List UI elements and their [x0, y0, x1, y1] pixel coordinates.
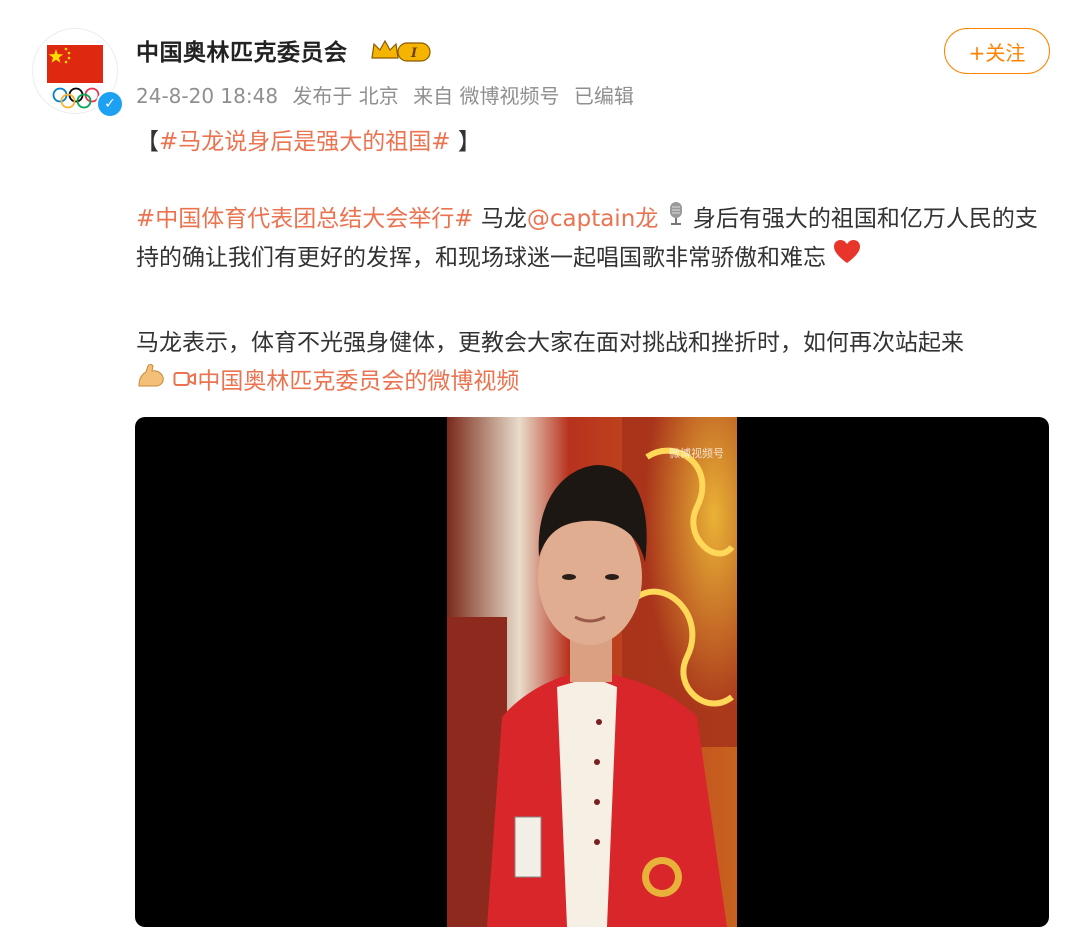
- flexed-biceps-icon: [136, 362, 166, 402]
- title-bracket-open: 【: [136, 129, 159, 155]
- video-link[interactable]: 中国奥林匹克委员会的微博视频: [197, 369, 519, 395]
- post-datetime[interactable]: 24-8-20 18:48: [136, 84, 278, 108]
- video-camera-icon[interactable]: [173, 363, 197, 401]
- post-meta: 24-8-20 18:48 发布于 北京 来自 微博视频号 已编辑: [136, 80, 642, 109]
- title-hashtag-link[interactable]: #马龙说身后是强大的祖国#: [159, 129, 451, 155]
- post-paragraph-2: 马龙表示，体育不光强身健体，更教会大家在面对挑战和挫折时，如何再次站起来 中国奥…: [136, 324, 1050, 402]
- video-player[interactable]: 微博视频号: [135, 417, 1049, 927]
- mention-link[interactable]: @captain龙: [527, 206, 658, 232]
- level-badge-text: I: [410, 46, 418, 61]
- microphone-icon: [666, 201, 686, 239]
- follow-button[interactable]: +关注: [944, 28, 1050, 74]
- crown-badge-icon[interactable]: I: [370, 38, 434, 68]
- olympic-rings-icon: [52, 87, 100, 113]
- event-hashtag-link[interactable]: #中国体育代表团总结大会举行#: [136, 206, 474, 232]
- p2-text: 马龙表示，体育不光强身健体，更教会大家在面对挑战和挫折时，如何再次站起来: [136, 330, 964, 356]
- heart-icon: [833, 239, 861, 277]
- post-paragraph-1: #中国体育代表团总结大会举行# 马龙@captain龙 身后有强大的祖国和亿万人…: [136, 200, 1050, 277]
- post-source[interactable]: 来自 微博视频号: [413, 84, 559, 108]
- post-title: 【#马龙说身后是强大的祖国# 】: [136, 123, 1050, 161]
- post-edited[interactable]: 已编辑: [574, 84, 634, 108]
- video-frame: 微博视频号: [447, 417, 737, 927]
- post-location: 发布于 北京: [292, 84, 399, 108]
- account-name[interactable]: 中国奥林匹克委员会: [136, 33, 348, 67]
- title-bracket-close: 】: [450, 129, 481, 155]
- p1-text-a: 马龙: [473, 206, 527, 232]
- video-watermark: 微博视频号: [669, 447, 724, 460]
- verified-badge-icon: ✓: [96, 90, 124, 118]
- china-flag-icon: [47, 45, 103, 83]
